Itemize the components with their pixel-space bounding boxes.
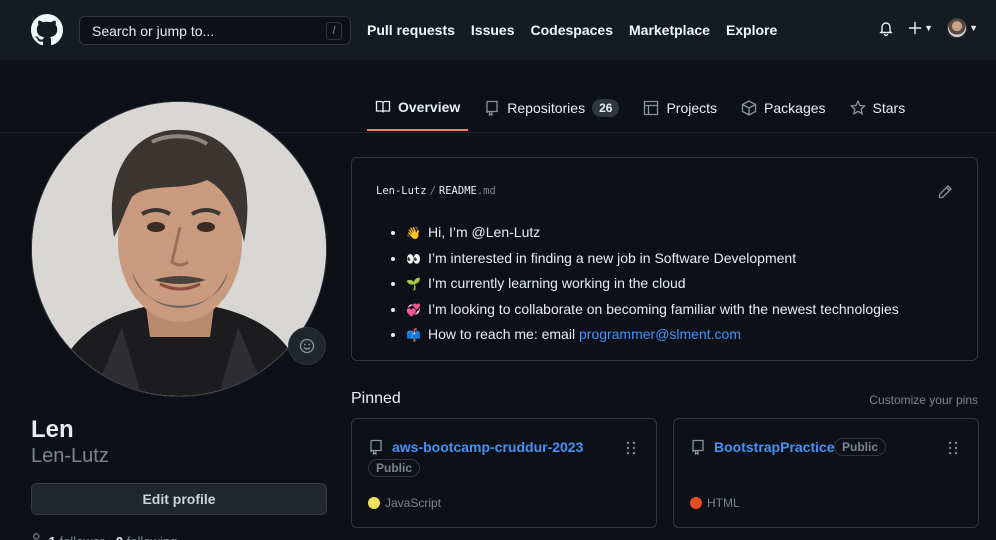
readme-list: 👋Hi, I’m @Len-Lutz 👀I’m interested in fi…	[388, 220, 899, 348]
tab-label: Overview	[398, 99, 461, 115]
user-menu[interactable]: ▼	[947, 18, 978, 38]
list-item: 🌱I’m currently learning working in the c…	[406, 271, 899, 297]
people-icon	[33, 533, 40, 540]
search-input[interactable]: Search or jump to... /	[79, 16, 351, 45]
nav-pull-requests[interactable]: Pull requests	[367, 22, 455, 38]
repo-language: HTML	[690, 496, 740, 510]
nav-marketplace[interactable]: Marketplace	[629, 22, 710, 38]
top-header: Search or jump to... / Pull requests Iss…	[0, 0, 996, 60]
list-item: 👀I’m interested in finding a new job in …	[406, 246, 899, 272]
language-color-dot	[368, 497, 380, 509]
tab-projects[interactable]: Projects	[635, 85, 725, 131]
visibility-badge: Public	[368, 459, 421, 477]
readme-path: Len-Lutz / README.md	[376, 185, 496, 197]
set-status-button[interactable]	[288, 327, 326, 365]
bell-icon[interactable]	[878, 20, 894, 36]
github-logo-icon[interactable]	[31, 14, 63, 46]
chevron-down-icon: ▼	[924, 23, 934, 33]
profile-photo	[32, 102, 326, 396]
tab-label: Packages	[764, 100, 826, 116]
customize-pins-link[interactable]: Customize your pins	[869, 393, 978, 407]
list-item: 👋Hi, I’m @Len-Lutz	[406, 220, 899, 246]
repo-icon	[486, 100, 498, 116]
followers-link[interactable]: 1 follower	[49, 534, 105, 540]
tab-label: Projects	[666, 100, 718, 116]
table-icon	[644, 100, 659, 116]
repositories-count-badge: 26	[592, 99, 620, 117]
email-link[interactable]: programmer@slment.com	[579, 326, 741, 342]
drag-handle-icon[interactable]	[948, 441, 958, 455]
language-color-dot	[690, 497, 702, 509]
avatar	[947, 18, 968, 38]
smiley-icon	[299, 338, 315, 354]
global-nav: Pull requests Issues Codespaces Marketpl…	[367, 22, 777, 38]
tab-label: Repositories	[507, 100, 586, 116]
profile-avatar[interactable]	[31, 101, 327, 397]
tab-label: Stars	[872, 100, 906, 116]
create-new-menu[interactable]: ▼	[908, 21, 933, 35]
readme-card: Len-Lutz/README.md 👋Hi, I’m @Len-Lutz 👀I…	[351, 157, 978, 361]
header-actions: ▼ ▼	[878, 18, 978, 38]
follow-stats: 1 follower · 0 following	[31, 532, 177, 540]
search-shortcut-key: /	[326, 22, 342, 40]
package-icon	[741, 100, 757, 116]
star-icon	[849, 100, 866, 115]
edit-profile-button[interactable]: Edit profile	[31, 483, 327, 515]
repo-name-link[interactable]: BootstrapPractice	[714, 439, 835, 455]
search-placeholder: Search or jump to...	[92, 22, 215, 39]
profile-username: Len-Lutz	[31, 445, 109, 467]
pinned-repo-card: BootstrapPractice Public HTML	[673, 418, 979, 528]
following-link[interactable]: 0 following	[116, 534, 177, 540]
book-icon	[375, 100, 391, 113]
nav-explore[interactable]: Explore	[726, 22, 777, 38]
readme-owner[interactable]: Len-Lutz	[376, 185, 427, 197]
list-item: 📫How to reach me: email programmer@slmen…	[406, 322, 899, 348]
repo-language: JavaScript	[368, 496, 441, 510]
chevron-down-icon: ▼	[969, 23, 978, 33]
readme-filename[interactable]: README	[439, 185, 477, 197]
tab-packages[interactable]: Packages	[733, 85, 833, 131]
profile-fullname: Len	[31, 416, 74, 443]
visibility-badge: Public	[834, 438, 887, 456]
tab-stars[interactable]: Stars	[842, 85, 914, 131]
tab-repositories[interactable]: Repositories 26	[476, 85, 627, 131]
repo-name-link[interactable]: aws-bootcamp-cruddur-2023	[392, 439, 583, 455]
list-item: 💞️I’m looking to collaborate on becoming…	[406, 297, 899, 323]
repo-icon	[370, 439, 382, 455]
plus-icon	[909, 21, 922, 35]
drag-handle-icon[interactable]	[626, 441, 636, 455]
pinned-repo-card: aws-bootcamp-cruddur-2023 Public JavaScr…	[351, 418, 657, 528]
repo-icon	[692, 439, 704, 455]
tab-overview[interactable]: Overview	[367, 85, 469, 131]
pencil-icon[interactable]	[937, 184, 953, 200]
nav-codespaces[interactable]: Codespaces	[531, 22, 613, 38]
nav-issues[interactable]: Issues	[471, 22, 515, 38]
pinned-heading: Pinned	[351, 390, 401, 407]
profile-tabs: Overview Repositories 26 Projects Packag…	[367, 85, 921, 133]
